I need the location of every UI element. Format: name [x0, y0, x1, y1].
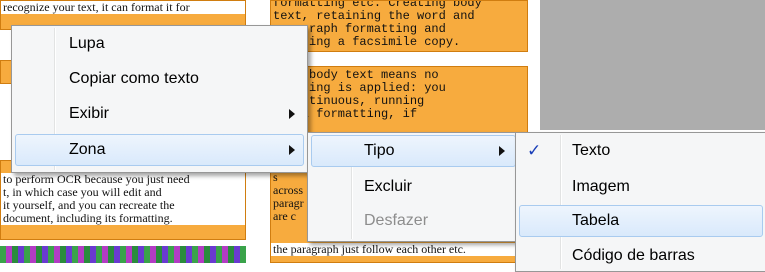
menu-item-exibir[interactable]: Exibir — [15, 98, 304, 130]
menu-item-label: Lupa — [69, 35, 105, 52]
menu-item-label: Zona — [69, 141, 106, 158]
menu-item-tipo[interactable]: Tipo — [311, 135, 516, 167]
menu-item-label: Tipo — [364, 142, 395, 159]
document-line: creating a facsimile copy. — [273, 35, 461, 49]
menu-item-label: Tabela — [572, 212, 620, 229]
menu-item-excluir[interactable]: Excluir — [311, 171, 516, 203]
menu-item-label: Código de barras — [572, 247, 695, 264]
menu-item-label: Desfazer — [364, 212, 429, 229]
document-line: document, including its formatting. — [1, 212, 245, 225]
menu-item-label: Exibir — [69, 105, 110, 122]
menu-item-label: Imagem — [572, 178, 630, 195]
checkmark-icon: ✓ — [527, 141, 542, 160]
empty-panel — [540, 0, 765, 130]
menu-item-label: Excluir — [364, 178, 413, 195]
menu-item-codigo-de-barras[interactable]: Código de barras — [519, 240, 763, 272]
menu-item-zona[interactable]: Zona — [15, 134, 304, 166]
menu-item-label: Texto — [572, 142, 611, 159]
zone-block[interactable]: formatting etc. Creating body text, reta… — [270, 0, 528, 52]
menu-item-desfazer[interactable]: Desfazer — [311, 205, 516, 237]
menu-item-texto[interactable]: ✓ Texto — [519, 135, 763, 167]
image-strip — [0, 246, 246, 263]
submenu-arrow-icon — [499, 146, 505, 156]
document-line: recognize your text, it can format it fo… — [1, 1, 245, 14]
document-line: the paragraph just follow each other etc… — [271, 243, 527, 256]
document-line: . All formatting, if — [273, 107, 418, 121]
menu-item-lupa[interactable]: Lupa — [15, 28, 304, 60]
tipo-submenu: ✓ Texto Imagem Tabela Código de barras — [515, 132, 765, 272]
menu-item-label: Copiar como texto — [69, 70, 199, 87]
zona-submenu: Tipo Excluir Desfazer — [307, 132, 520, 242]
menu-item-imagem[interactable]: Imagem — [519, 171, 763, 203]
submenu-arrow-icon — [289, 145, 295, 155]
zone-block[interactable]: ting body text means no rmatting is appl… — [270, 66, 528, 136]
menu-item-tabela[interactable]: Tabela — [519, 205, 763, 237]
menu-item-copiar-como-texto[interactable]: Copiar como texto — [15, 63, 304, 95]
context-menu: Lupa Copiar como texto Exibir Zona — [11, 25, 308, 173]
submenu-arrow-icon — [289, 109, 295, 119]
